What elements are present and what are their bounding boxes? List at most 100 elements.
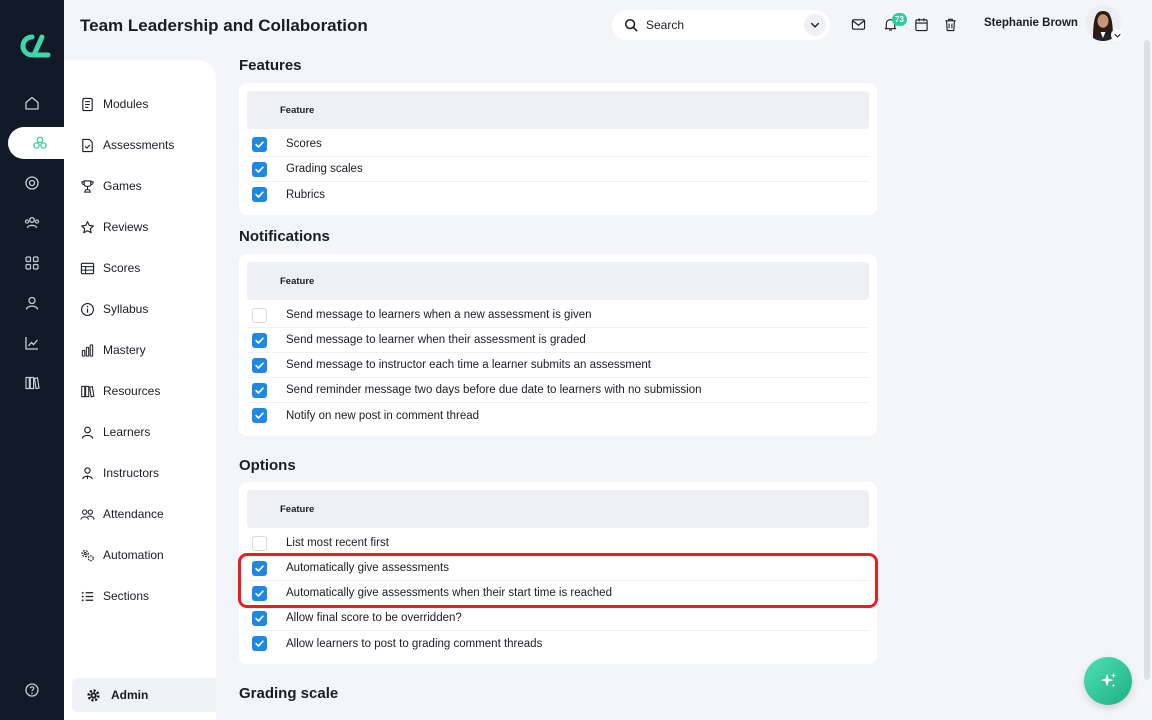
user-name[interactable]: Stephanie Brown (984, 17, 1078, 29)
rail-home[interactable] (0, 87, 64, 119)
subnav-item-resources[interactable]: Resources (80, 380, 160, 402)
checkmark-icon (255, 191, 264, 198)
subnav-item-mastery[interactable]: Mastery (80, 339, 146, 361)
trophy-icon (81, 179, 94, 193)
subnav-item-label: Resources (103, 384, 161, 398)
subnav-item-label: Instructors (103, 466, 160, 480)
admin-label: Admin (111, 688, 149, 702)
row-label: Send message to learners when a new asse… (286, 309, 592, 321)
group-icon (80, 508, 95, 520)
table-icon (80, 262, 95, 274)
checkmark-icon (255, 412, 264, 419)
subnav-item-assessments[interactable]: Assessments (80, 134, 174, 156)
subnav-item-learners[interactable]: Learners (80, 421, 150, 443)
section-title-options: Options (239, 457, 296, 474)
subnav-item-syllabus[interactable]: Syllabus (80, 298, 148, 320)
subnav-item-scores[interactable]: Scores (80, 257, 140, 279)
column-header-feature: Feature (280, 504, 315, 515)
checkbox[interactable] (252, 307, 267, 323)
table-header: Feature (247, 262, 869, 300)
target-icon (25, 176, 39, 190)
table-row: Rubrics (247, 182, 869, 207)
subnav-item-label: Attendance (103, 507, 164, 521)
checkmark-icon (255, 614, 264, 622)
subnav-item-label: Games (103, 179, 142, 193)
row-label: Send message to instructor each time a l… (286, 359, 651, 371)
subnav-item-reviews[interactable]: Reviews (80, 216, 148, 238)
subnav-item-label: Modules (103, 97, 149, 111)
subnav-item-sections[interactable]: Sections (80, 585, 149, 607)
account-menu-button[interactable] (1111, 29, 1123, 41)
search-dropdown-button[interactable] (804, 14, 826, 36)
search-input[interactable] (646, 18, 786, 32)
checkbox[interactable] (252, 636, 267, 651)
calendar-icon[interactable] (914, 17, 929, 32)
checkbox[interactable] (252, 382, 267, 398)
subnav-item-label: Sections (103, 589, 150, 603)
library-icon (25, 376, 40, 390)
trash-icon[interactable] (943, 17, 958, 32)
chevron-down-icon (810, 22, 820, 28)
notification-badge: 73 (892, 13, 907, 26)
subnav-item-label: Learners (103, 425, 151, 439)
home-icon (25, 96, 39, 110)
app-logo-icon[interactable] (12, 31, 52, 61)
table-row: Scores (247, 132, 869, 157)
table-row: Grading scales (247, 157, 869, 182)
checkmark-icon (255, 140, 264, 148)
checkmark-icon (255, 640, 264, 647)
checkmark-icon (255, 386, 264, 394)
row-label: Notify on new post in comment thread (286, 409, 480, 422)
subnav-item-modules[interactable]: Modules (80, 93, 148, 115)
subnav-item-label: Reviews (103, 220, 149, 234)
scrollbar[interactable] (1144, 40, 1150, 680)
rail-help[interactable] (0, 674, 64, 706)
mail-icon[interactable] (851, 17, 866, 32)
rail-apps[interactable] (0, 247, 64, 279)
subnav-item-label: Syllabus (103, 302, 149, 316)
gears-icon (81, 549, 94, 561)
admin-button[interactable]: Admin (72, 678, 216, 712)
row-label: Rubrics (286, 188, 325, 201)
table-row: Allow learners to post to grading commen… (247, 631, 869, 656)
checkbox[interactable] (252, 136, 267, 152)
chevron-down-icon (1113, 33, 1121, 38)
checkbox[interactable] (252, 408, 267, 423)
app-rail (0, 0, 72, 720)
subnav-item-games[interactable]: Games (80, 175, 142, 197)
search-bar[interactable] (612, 10, 830, 40)
checkbox[interactable] (252, 535, 267, 551)
checkbox[interactable] (252, 332, 267, 348)
checkbox[interactable] (252, 610, 267, 626)
column-header-feature: Feature (280, 105, 315, 116)
checkbox[interactable] (252, 357, 267, 373)
subnav-item-attendance[interactable]: Attendance (80, 503, 164, 525)
subnav-item-label: Assessments (103, 138, 175, 152)
row-label: Allow learners to post to grading commen… (286, 637, 543, 650)
rail-profile[interactable] (0, 287, 64, 319)
checkmark-icon (255, 361, 264, 369)
table-row: Send message to learner when their asses… (247, 328, 869, 353)
checkbox[interactable] (252, 161, 267, 177)
secondary-nav: Modules Assessments Games Reviews Scores… (64, 60, 216, 720)
document-icon (82, 97, 93, 111)
books-icon (81, 385, 95, 397)
row-label: Allow final score to be overridden? (286, 612, 462, 624)
subnav-item-automation[interactable]: Automation (80, 544, 164, 566)
row-label: Scores (286, 138, 322, 150)
table-row: Notify on new post in comment thread (247, 403, 869, 428)
ai-assistant-button[interactable] (1084, 657, 1132, 705)
rail-people[interactable] (0, 207, 64, 239)
rail-modules[interactable] (8, 127, 72, 159)
checkbox[interactable] (252, 187, 267, 202)
rail-library[interactable] (0, 367, 64, 399)
subnav-item-instructors[interactable]: Instructors (80, 462, 159, 484)
user-icon (25, 296, 39, 310)
notifications-card: Feature Send message to learners when a … (239, 254, 877, 436)
rail-goals[interactable] (0, 167, 64, 199)
rail-analytics[interactable] (0, 327, 64, 359)
chart-icon (25, 337, 38, 350)
star-icon (81, 220, 94, 233)
grid-icon (25, 256, 39, 270)
row-label: List most recent first (286, 537, 389, 549)
